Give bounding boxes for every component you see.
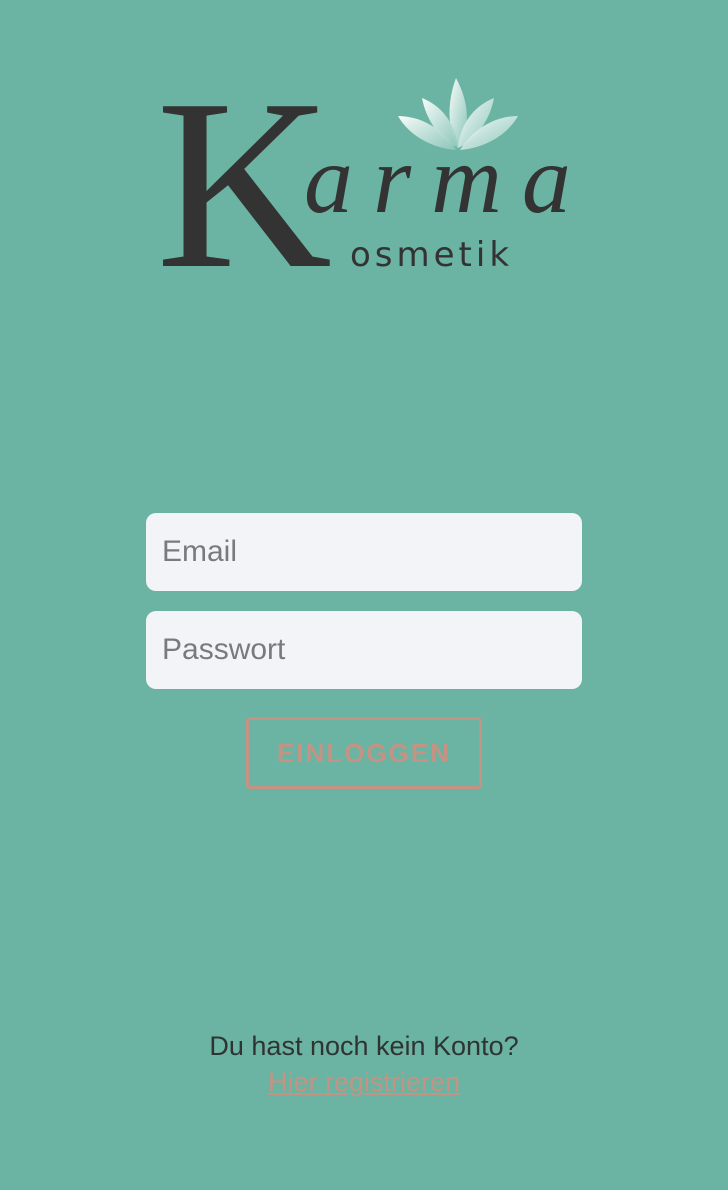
password-input[interactable] <box>146 611 582 689</box>
karma-kosmetik-logo: K arma osmetik <box>146 60 582 288</box>
email-input[interactable] <box>146 513 582 591</box>
logo-graphic: K arma osmetik <box>156 60 582 288</box>
register-section: Du hast noch kein Konto? Hier registrier… <box>0 1028 728 1100</box>
logo-subtitle: osmetik <box>350 235 513 275</box>
login-button[interactable]: EINLOGGEN <box>246 717 482 789</box>
register-prompt: Du hast noch kein Konto? <box>209 1031 519 1061</box>
register-link[interactable]: Hier registrieren <box>268 1064 460 1100</box>
logo-word: arma <box>304 126 582 234</box>
